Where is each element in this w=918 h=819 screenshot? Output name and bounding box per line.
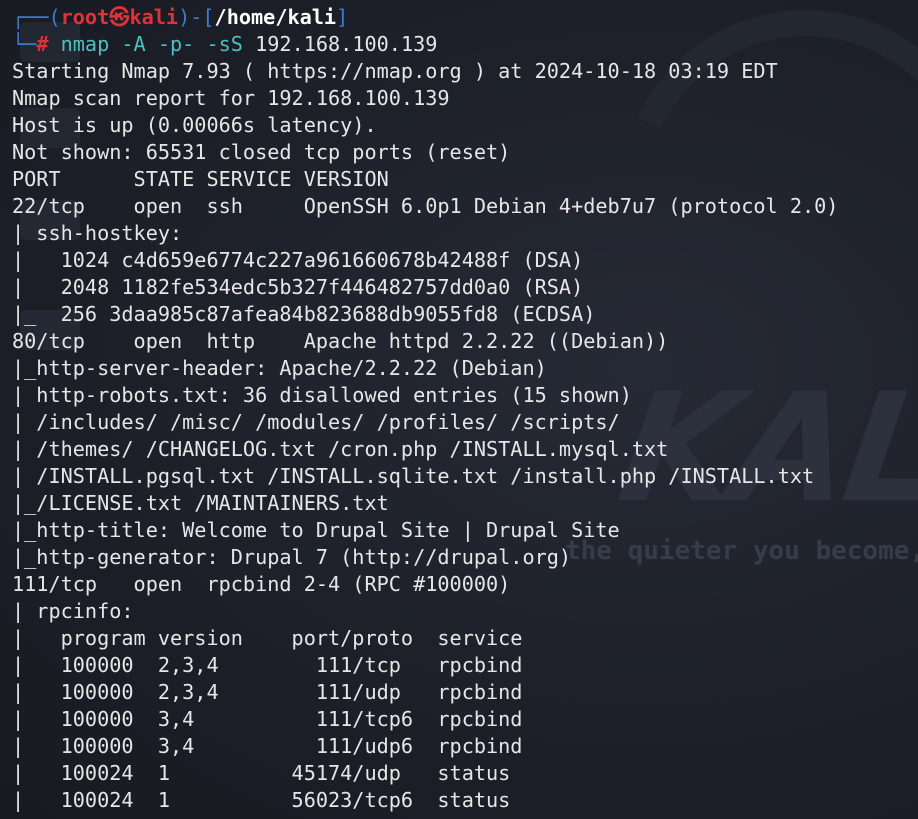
output-line: | /themes/ /CHANGELOG.txt /cron.php /INS… (12, 437, 681, 461)
command-line[interactable]: └─# nmap -A -p- -sS 192.168.100.139 (12, 31, 918, 58)
command-program: nmap (60, 32, 110, 56)
output-line: | /includes/ /misc/ /modules/ /profiles/… (12, 410, 632, 434)
prompt-header-line: ┌──(root㉿kali)-[/home/kali] (12, 4, 918, 31)
output-line: 80/tcp open http Apache httpd 2.2.22 ((D… (12, 329, 669, 353)
output-line: |_http-server-header: Apache/2.2.22 (Deb… (12, 356, 547, 380)
scan-output: Starting Nmap 7.93 ( https://nmap.org ) … (12, 58, 918, 814)
prompt-host: kali (129, 5, 179, 29)
output-line: | 100000 2,3,4 111/tcp rpcbind (12, 653, 523, 677)
terminal-window[interactable]: KALI the quieter you become, ┌──(root㉿ka… (0, 0, 918, 819)
prompt-frame-right: ] (336, 5, 349, 29)
prompt-symbol: # (36, 32, 49, 56)
output-line: |_http-generator: Drupal 7 (http://drupa… (12, 545, 572, 569)
output-line: | 100024 1 56023/tcp6 status (12, 788, 511, 812)
output-line: | /INSTALL.pgsql.txt /INSTALL.sqlite.txt… (12, 464, 827, 488)
prompt-frame-mid: )-[ (178, 5, 215, 29)
output-line: | rpcinfo: (12, 599, 146, 623)
output-line: 22/tcp open ssh OpenSSH 6.0p1 Debian 4+d… (12, 194, 839, 218)
prompt-user: root (60, 5, 110, 29)
output-line: | http-robots.txt: 36 disallowed entries… (12, 383, 632, 407)
output-line: |_ 256 3daa985c87afea84b823688db9055fd8 … (12, 302, 596, 326)
output-line: | 100024 1 45174/udp status (12, 761, 511, 785)
output-line: | program version port/proto service (12, 626, 523, 650)
output-line: 111/tcp open rpcbind 2-4 (RPC #100000) (12, 572, 511, 596)
prompt-at-icon: ㉿ (109, 5, 130, 29)
prompt-frame-bottom: └─ (12, 32, 37, 56)
output-line: | 2048 1182fe534edc5b327f446482757dd0a0 … (12, 275, 584, 299)
output-line: | 1024 c4d659e6774c227a961660678b42488f … (12, 248, 584, 272)
output-line: | 100000 3,4 111/udp6 rpcbind (12, 734, 523, 758)
output-line: Host is up (0.00066s latency). (12, 113, 377, 137)
output-line: |_/LICENSE.txt /MAINTAINERS.txt (12, 491, 389, 515)
prompt-cwd: /home/kali (214, 5, 337, 29)
prompt-frame-left: ┌──( (12, 5, 61, 29)
terminal-output[interactable]: ┌──(root㉿kali)-[/home/kali] └─# nmap -A … (12, 4, 918, 814)
command-args: -A -p- -sS (121, 32, 243, 56)
output-line: PORT STATE SERVICE VERSION (12, 167, 389, 191)
output-line: |_http-title: Welcome to Drupal Site | D… (12, 518, 620, 542)
output-line: Not shown: 65531 closed tcp ports (reset… (12, 140, 511, 164)
output-line: Nmap scan report for 192.168.100.139 (12, 86, 450, 110)
output-line: Starting Nmap 7.93 ( https://nmap.org ) … (12, 59, 778, 83)
command-target: 192.168.100.139 (255, 32, 438, 56)
output-line: | 100000 2,3,4 111/udp rpcbind (12, 680, 523, 704)
output-line: | ssh-hostkey: (12, 221, 195, 245)
output-line: | 100000 3,4 111/tcp6 rpcbind (12, 707, 523, 731)
